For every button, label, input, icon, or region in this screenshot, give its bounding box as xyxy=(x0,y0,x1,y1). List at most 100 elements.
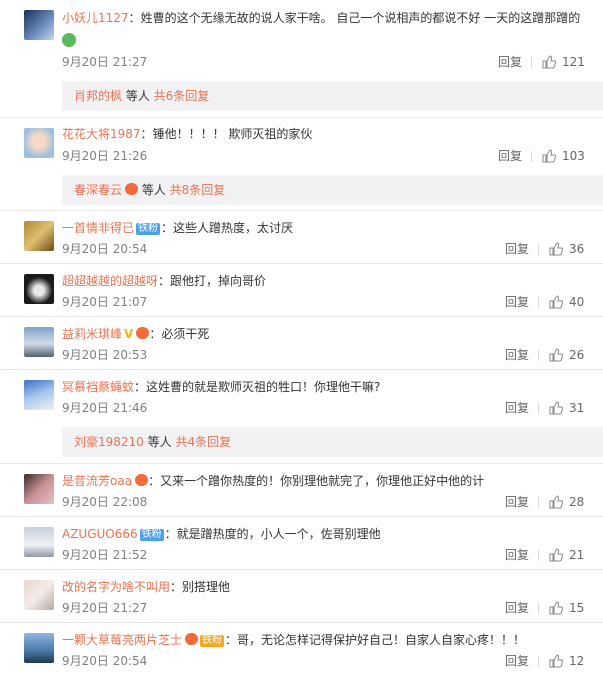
comment-text: 必须干死 xyxy=(161,327,210,341)
vip-crown-icon xyxy=(136,327,150,339)
commenter-name[interactable]: 超超越越的超越呀 xyxy=(62,274,158,288)
divider xyxy=(538,350,539,361)
comment-text: 这些人蹭热度，太讨厌 xyxy=(173,221,294,235)
thumbs-up-icon[interactable] xyxy=(549,348,563,362)
comment-text: 别搭理他 xyxy=(182,580,231,594)
thumbs-up-icon[interactable] xyxy=(549,601,563,615)
thumbs-up-icon[interactable] xyxy=(549,242,563,256)
more-replies-bar[interactable]: 刘豪198210 等人 共4条回复 xyxy=(62,427,603,457)
avatar[interactable] xyxy=(24,380,54,410)
vip-crown-icon xyxy=(185,633,199,645)
reply-user[interactable]: 春深春云 xyxy=(74,183,122,197)
divider xyxy=(538,656,539,667)
avatar[interactable] xyxy=(24,633,54,663)
avatar[interactable] xyxy=(24,474,54,504)
thumbs-up-icon[interactable] xyxy=(542,55,556,69)
commenter-name[interactable]: 冥慕裆蔡蝇蚊 xyxy=(62,380,134,394)
more-replies-bar[interactable]: 肖邦的枫 等人 共6条回复 xyxy=(62,81,603,111)
like-count: 21 xyxy=(569,548,585,562)
divider xyxy=(0,263,603,264)
divider xyxy=(531,57,532,68)
avatar[interactable] xyxy=(24,274,54,304)
reply-button[interactable]: 回复 xyxy=(505,548,529,562)
avatar[interactable] xyxy=(24,128,54,158)
divider xyxy=(0,622,603,623)
thumbs-up-icon[interactable] xyxy=(549,495,563,509)
commenter-name[interactable]: 一首情非得已 xyxy=(62,221,134,235)
comment-time: 9月20日 21:46 xyxy=(62,401,148,415)
divider xyxy=(531,151,532,162)
commenter-name[interactable]: 益莉米琪峰 xyxy=(62,327,122,341)
divider xyxy=(538,403,539,414)
comment-text: 姓曹的这个无缘无故的说人家干啥。 自己一个说相声的都说不好 一天的这蹭那蹭的 xyxy=(140,11,581,25)
fan-badge: 铁粉 xyxy=(139,529,164,541)
reply-user[interactable]: 刘豪198210 xyxy=(74,435,144,449)
avatar[interactable] xyxy=(24,221,54,251)
reply-button[interactable]: 回复 xyxy=(505,495,529,509)
comment-text: 就是蹭热度的，小人一个，佐哥别理他 xyxy=(176,527,381,541)
comment-text: 这姓曹的就是欺师灭祖的牲口！你理他干嘛? xyxy=(146,380,381,394)
comment-time: 9月20日 21:52 xyxy=(62,548,148,562)
more-replies-link[interactable]: 共6条回复 xyxy=(154,89,210,103)
fan-badge: 铁粉 xyxy=(136,223,161,235)
divider xyxy=(0,117,603,118)
comment-time: 9月20日 22:08 xyxy=(62,495,148,509)
reply-button[interactable]: 回复 xyxy=(498,55,522,69)
avatar[interactable] xyxy=(24,327,54,357)
like-count: 28 xyxy=(569,495,585,509)
commenter-name[interactable]: 花花大将1987 xyxy=(62,127,141,141)
like-count: 15 xyxy=(569,601,585,615)
comment-text: 又来一个蹭你热度的！你别理他就完了，你理他正好中他的计 xyxy=(160,474,485,488)
avatar[interactable] xyxy=(24,580,54,610)
divider xyxy=(0,516,603,517)
divider xyxy=(0,569,603,570)
fan-badge: 铁粉 xyxy=(200,635,225,647)
reply-button[interactable]: 回复 xyxy=(505,654,529,668)
avatar[interactable] xyxy=(24,10,54,40)
reply-button[interactable]: 回复 xyxy=(498,149,522,163)
verified-v-icon: V xyxy=(124,327,134,341)
vip-crown-icon xyxy=(125,183,139,195)
like-count: 12 xyxy=(569,654,585,668)
avatar[interactable] xyxy=(24,527,54,557)
comment-time: 9月20日 20:53 xyxy=(62,348,148,362)
divider xyxy=(538,297,539,308)
like-count: 31 xyxy=(569,401,585,415)
commenter-name[interactable]: AZUGUO666 xyxy=(62,527,138,541)
thumbs-up-icon[interactable] xyxy=(549,295,563,309)
reply-button[interactable]: 回复 xyxy=(505,348,529,362)
reply-button[interactable]: 回复 xyxy=(505,295,529,309)
comment-text: 锤他！！！！ 欺师灭祖的家伙 xyxy=(152,127,313,141)
commenter-name[interactable]: 是昔流芳oaa xyxy=(62,474,132,488)
comment-body: 小妖儿1127：姓曹的这个无缘无故的说人家干啥。 自己一个说相声的都说不好 一天… xyxy=(62,11,581,25)
reply-button[interactable]: 回复 xyxy=(505,242,529,256)
divider xyxy=(0,369,603,370)
commenter-name[interactable]: 一颗大草莓亮两片芝士 xyxy=(62,633,182,647)
like-count: 121 xyxy=(562,55,585,69)
thumbs-up-icon[interactable] xyxy=(549,401,563,415)
thumbs-up-icon[interactable] xyxy=(549,548,563,562)
reply-user[interactable]: 肖邦的枫 xyxy=(74,89,122,103)
vip-crown-icon xyxy=(135,474,149,486)
thumbs-up-icon[interactable] xyxy=(549,654,563,668)
commenter-name[interactable]: 改的名字为啥不叫用 xyxy=(62,580,170,594)
reply-button[interactable]: 回复 xyxy=(505,401,529,415)
comment-time: 9月20日 21:07 xyxy=(62,295,148,309)
comment-text: 哥，无论怎样记得保护好自己！自家人自家心疼！！！ xyxy=(237,633,526,647)
reply-button[interactable]: 回复 xyxy=(505,601,529,615)
divider xyxy=(538,550,539,561)
comment-text: 跟他打，掉向哥价 xyxy=(170,274,267,288)
like-count: 36 xyxy=(569,242,585,256)
more-replies-link[interactable]: 共4条回复 xyxy=(175,435,231,449)
more-replies-link[interactable]: 共8条回复 xyxy=(170,183,226,197)
comment-time: 9月20日 20:54 xyxy=(62,654,148,668)
divider xyxy=(0,210,603,211)
divider xyxy=(538,603,539,614)
more-replies-bar[interactable]: 春深春云 等人 共8条回复 xyxy=(62,175,603,205)
like-count: 26 xyxy=(569,348,585,362)
thumbs-up-icon[interactable] xyxy=(542,149,556,163)
commenter-name[interactable]: 小妖儿1127 xyxy=(62,11,129,25)
divider xyxy=(538,497,539,508)
comment-time: 9月20日 21:27 xyxy=(62,55,148,69)
smiley-emoji-icon xyxy=(62,33,76,47)
